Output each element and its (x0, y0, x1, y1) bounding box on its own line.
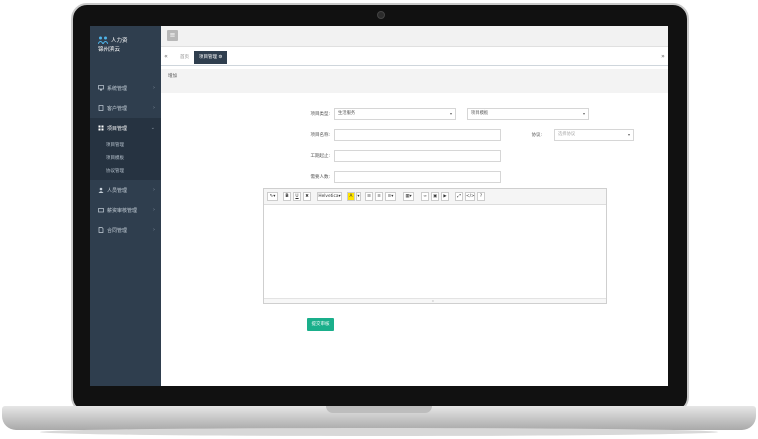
text-color-icon[interactable]: A (347, 192, 355, 201)
users-icon (98, 187, 104, 193)
top-bar: ≡ (161, 26, 668, 47)
submit-review-button[interactable]: 提交审核 (307, 318, 334, 331)
chevron-right-icon: › (153, 105, 155, 111)
monitor-icon (98, 85, 104, 91)
code-view-icon[interactable]: </> (465, 192, 475, 201)
chevron-down-icon: ⌄ (150, 125, 155, 131)
logo-icon (98, 36, 108, 44)
grip-icon: ═ (432, 299, 434, 303)
sidebar-item-personnel[interactable]: 人员管理 › (90, 180, 161, 200)
people-count-label: 需要人数: (310, 175, 330, 180)
font-select[interactable]: Helvetica▾ (317, 192, 342, 201)
tab-bar: « 首页 项目管理 ⚙ » (161, 49, 668, 66)
sidebar-item-label: 客户管理 (107, 105, 128, 112)
sidebar-item-label: 合同管理 (107, 227, 128, 234)
laptop-shadow (40, 428, 718, 436)
sidebar-item-label: 系统管理 (107, 85, 128, 92)
sidebar-subitem-project-manage[interactable]: 项目管理 (90, 138, 161, 151)
chevron-right-icon: › (153, 227, 155, 233)
people-count-input[interactable] (334, 171, 501, 183)
video-icon[interactable]: ▶ (441, 192, 449, 201)
building-icon (98, 105, 104, 111)
app-screen: 人力资 锦州滨云 系统管理 › 客户管理 › 项目管理 ⌄ 项目管理 项目模板 … (90, 26, 668, 386)
wallet-icon (98, 208, 104, 213)
menu-toggle-icon[interactable]: ≡ (167, 30, 178, 41)
help-icon[interactable]: ? (477, 192, 485, 201)
project-template-value: 项目模板 (471, 111, 489, 116)
contract-icon (98, 227, 104, 233)
brand: 人力资 锦州滨云 (90, 26, 161, 68)
project-template-select[interactable]: 项目模板 ▾ (467, 108, 589, 120)
sidebar-item-label: 人员管理 (107, 187, 128, 194)
paragraph-align-icon[interactable]: ≡▾ (385, 192, 396, 201)
chevron-right-icon: › (153, 187, 155, 193)
sidebar: 人力资 锦州滨云 系统管理 › 客户管理 › 项目管理 ⌄ 项目管理 项目模板 … (90, 26, 161, 386)
webcam-icon (377, 11, 385, 19)
ordered-list-icon[interactable]: ≡ (375, 192, 383, 201)
brand-subtitle: 锦州滨云 (98, 47, 121, 53)
sidebar-subnav: 项目管理 项目模板 协议管理 (90, 138, 161, 180)
editor-resize-handle[interactable]: ═ (264, 298, 606, 303)
tab-scroll-right-icon[interactable]: » (658, 49, 668, 65)
table-icon[interactable]: ▦▾ (403, 192, 414, 201)
work-time-label: 工期起止: (310, 154, 330, 159)
caret-down-icon: ▾ (627, 132, 630, 137)
work-time-input[interactable] (334, 150, 501, 162)
agreement-label: 协议: (531, 133, 542, 138)
chevron-right-icon: › (153, 207, 155, 213)
project-type-value: 生活服务 (338, 111, 356, 116)
agreement-select[interactable]: 选择协议 ▾ (554, 129, 634, 141)
sidebar-subitem-project-template[interactable]: 项目模板 (90, 151, 161, 164)
magic-wand-icon[interactable]: ✎▾ (267, 192, 278, 201)
sidebar-item-customer[interactable]: 客户管理 › (90, 98, 161, 118)
rich-text-editor[interactable]: ✎▾ B U ✖ Helvetica▾ A ▾ ☰ ≡ ≡▾ ▦▾ ∞ ▣ ▶ … (263, 188, 607, 304)
project-type-select[interactable]: 生活服务 ▾ (334, 108, 456, 120)
fullscreen-icon[interactable]: ⤢ (455, 192, 463, 201)
project-type-label: 项目类型: (310, 112, 330, 117)
tab-project-manage[interactable]: 项目管理 ⚙ (194, 51, 228, 64)
link-icon[interactable]: ∞ (421, 192, 429, 201)
sidebar-item-label: 薪资审核管理 (107, 207, 138, 214)
image-icon[interactable]: ▣ (431, 192, 439, 201)
sidebar-item-project[interactable]: 项目管理 ⌄ (90, 118, 161, 138)
caret-down-icon: ▾ (582, 111, 585, 116)
page-title: 增加 (168, 74, 177, 79)
caret-down-icon[interactable]: ▾ (356, 192, 361, 201)
editor-toolbar: ✎▾ B U ✖ Helvetica▾ A ▾ ☰ ≡ ≡▾ ▦▾ ∞ ▣ ▶ … (264, 189, 606, 205)
brand-title: 人力资 (111, 38, 128, 44)
sidebar-item-salary[interactable]: 薪资审核管理 › (90, 200, 161, 220)
caret-down-icon: ▾ (449, 111, 452, 116)
sidebar-nav: 系统管理 › 客户管理 › 项目管理 ⌄ 项目管理 项目模板 协议管理 人员管理 (90, 78, 161, 240)
sidebar-item-contract[interactable]: 合同管理 › (90, 220, 161, 240)
bold-icon[interactable]: B (283, 192, 291, 201)
page-header: 增加 (161, 69, 668, 94)
tab-home[interactable]: 首页 (175, 51, 194, 64)
underline-icon[interactable]: U (293, 192, 301, 201)
project-name-input[interactable] (334, 129, 501, 141)
unordered-list-icon[interactable]: ☰ (365, 192, 373, 201)
chevron-right-icon: › (153, 85, 155, 91)
laptop-notch (326, 406, 432, 413)
project-name-label: 项目名称: (310, 133, 330, 138)
font-name: Helvetica (318, 194, 339, 199)
sidebar-item-system[interactable]: 系统管理 › (90, 78, 161, 98)
eraser-icon[interactable]: ✖ (303, 192, 311, 201)
sidebar-subitem-agreement[interactable]: 协议管理 (90, 164, 161, 177)
grid-icon (98, 125, 104, 131)
agreement-placeholder: 选择协议 (558, 132, 576, 137)
tab-scroll-left-icon[interactable]: « (161, 49, 171, 65)
sidebar-item-label: 项目管理 (107, 125, 128, 132)
